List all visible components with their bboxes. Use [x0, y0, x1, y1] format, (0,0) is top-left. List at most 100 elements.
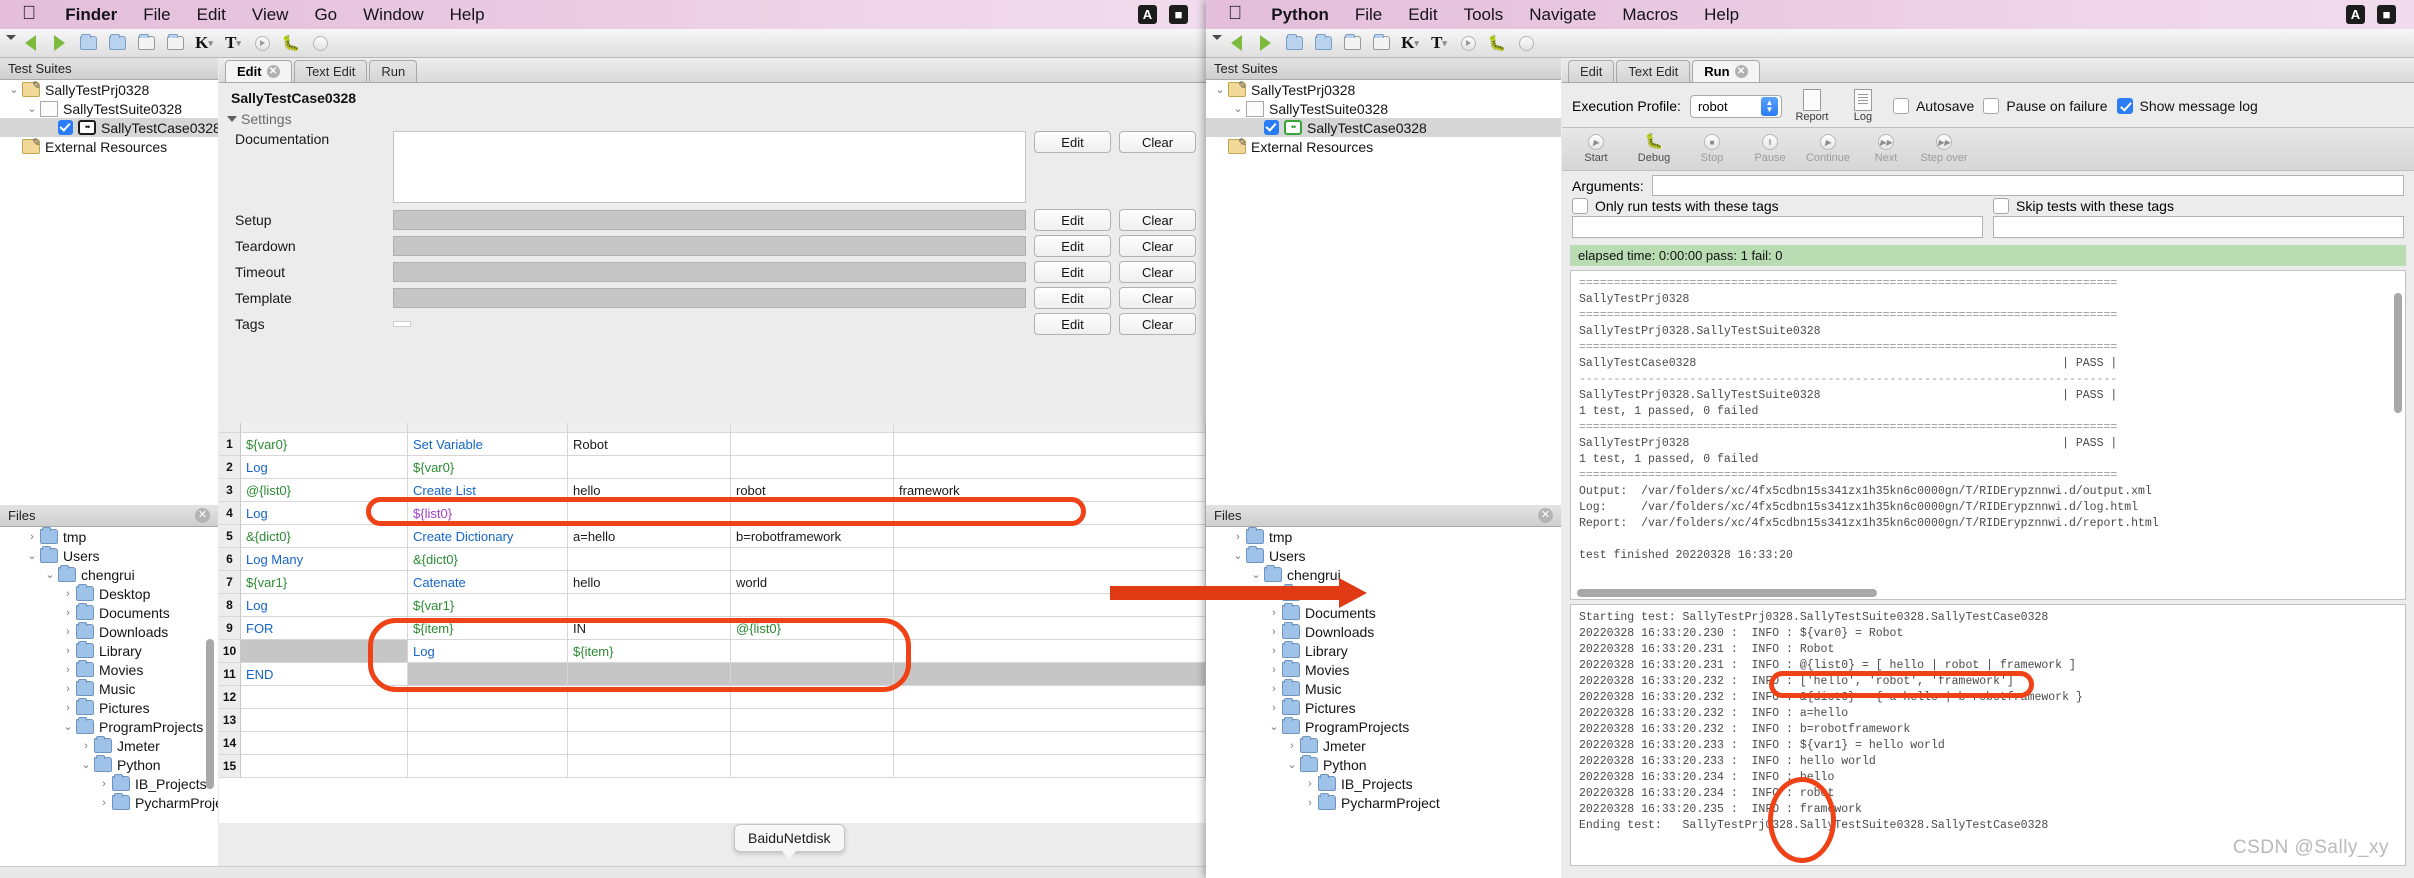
table-row[interactable]: 8 Log ${var1} — [219, 594, 1206, 617]
grid-cell[interactable] — [731, 640, 894, 663]
apple-logo-icon-right[interactable]:  — [1228, 4, 1242, 23]
chevron-right-icon[interactable]: › — [78, 740, 94, 752]
console-output[interactable]: ========================================… — [1570, 270, 2406, 600]
grid-cell[interactable]: hello — [568, 479, 731, 502]
file-node-right-pictures[interactable]: › Pictures — [1206, 698, 1561, 717]
close-icon-right[interactable]: ✕ — [1538, 508, 1553, 523]
grid-cell[interactable]: ${item} — [568, 640, 731, 663]
tab-text-edit[interactable]: Text Edit — [293, 60, 368, 82]
menu-item-help[interactable]: Help — [437, 5, 498, 25]
new-keyword-k-icon-right[interactable]: K ▾ — [1397, 31, 1423, 55]
file-node-pycharmproject[interactable]: › PycharmProject — [0, 793, 218, 812]
file-node-programprojects[interactable]: ⌄ ProgramProjects — [0, 717, 218, 736]
file-node-jmeter[interactable]: › Jmeter — [0, 736, 218, 755]
menu-item-go[interactable]: Go — [301, 5, 350, 25]
file-node-right-music[interactable]: › Music — [1206, 679, 1561, 698]
file-node-right-ib-projects[interactable]: › IB_Projects — [1206, 774, 1561, 793]
close-icon[interactable]: ✕ — [195, 508, 210, 523]
grid-cell[interactable] — [408, 732, 568, 755]
play-icon-right[interactable] — [1455, 31, 1481, 55]
clear-button-timeout[interactable]: Clear — [1119, 261, 1196, 283]
forward-arrow-icon[interactable] — [46, 31, 72, 55]
open-folder-icon[interactable] — [75, 31, 101, 55]
chevron-right-icon[interactable]: › — [60, 664, 76, 676]
chevron-down-icon[interactable]: ⌄ — [1266, 720, 1282, 733]
file-node-right-jmeter[interactable]: › Jmeter — [1206, 736, 1561, 755]
tags-input[interactable] — [393, 314, 1026, 334]
clear-button-documentation[interactable]: Clear — [1119, 131, 1196, 153]
forward-arrow-icon-right[interactable] — [1252, 31, 1278, 55]
grid-cell[interactable]: ${var0} — [408, 456, 568, 479]
grid-cell[interactable]: world — [731, 571, 894, 594]
grid-cell[interactable] — [894, 502, 1206, 525]
menu-item-edit-right[interactable]: Edit — [1395, 5, 1450, 25]
chevron-right-icon[interactable]: › — [96, 778, 112, 790]
file-node-users[interactable]: ⌄ Users — [0, 546, 218, 565]
chevron-right-icon[interactable]: › — [60, 626, 76, 638]
close-icon[interactable]: ✕ — [1734, 65, 1748, 78]
suite-node-sallytestsuite0328[interactable]: ⌄ SallyTestSuite0328 — [0, 99, 218, 118]
only-run-tags-input[interactable] — [1572, 216, 1983, 238]
chevron-down-icon[interactable]: ⌄ — [1230, 102, 1246, 115]
test-suites-tree-right[interactable]: ⌄ SallyTestPrj0328 ⌄ SallyTestSuite0328 •• Sa… — [1206, 80, 1561, 505]
back-arrow-icon-right[interactable] — [1223, 31, 1249, 55]
grid-cell[interactable] — [894, 732, 1206, 755]
menu-item-navigate[interactable]: Navigate — [1516, 5, 1609, 25]
edit-button-tags[interactable]: Edit — [1034, 313, 1111, 335]
grid-cell[interactable] — [241, 709, 408, 732]
log-button[interactable]: Log — [1842, 89, 1884, 123]
stop-icon[interactable] — [307, 31, 333, 55]
grid-cell[interactable]: FOR — [241, 617, 408, 640]
teardown-input[interactable] — [393, 236, 1026, 256]
files-scrollbar-thumb[interactable] — [206, 639, 214, 789]
run-button-start[interactable]: ▶ Start — [1568, 134, 1624, 164]
grid-cell[interactable] — [408, 663, 568, 686]
grid-cell[interactable] — [731, 433, 894, 456]
grid-cell[interactable]: @{list0} — [241, 479, 408, 502]
clear-button-teardown[interactable]: Clear — [1119, 235, 1196, 257]
new-testcase-t-icon[interactable]: T ▾ — [220, 31, 246, 55]
grid-cell[interactable]: ${var0} — [241, 433, 408, 456]
suite-node-right-external-resources[interactable]: External Resources — [1206, 136, 1561, 156]
file-node-right-downloads[interactable]: › Downloads — [1206, 622, 1561, 641]
grid-cell[interactable] — [241, 755, 408, 778]
save-all-icon-right[interactable] — [1368, 31, 1394, 55]
grid-cell[interactable] — [568, 732, 731, 755]
back-arrow-icon[interactable] — [17, 31, 43, 55]
documentation-input[interactable] — [393, 131, 1026, 203]
grid-cell[interactable] — [408, 709, 568, 732]
file-node-desktop[interactable]: › Desktop — [0, 584, 218, 603]
grid-cell[interactable]: ${item} — [408, 617, 568, 640]
grid-cell[interactable] — [731, 732, 894, 755]
table-row[interactable]: 10 Log ${item} — [219, 640, 1206, 663]
grid-cell[interactable] — [241, 732, 408, 755]
execution-profile-select[interactable]: robot ▲ ▼ — [1689, 94, 1782, 118]
grid-cell[interactable]: ${list0} — [408, 502, 568, 525]
chevron-down-icon[interactable]: ⌄ — [60, 720, 76, 733]
file-node-tmp[interactable]: › tmp — [0, 527, 218, 546]
grid-cell[interactable] — [568, 502, 731, 525]
tab-text-edit[interactable]: Text Edit — [1616, 60, 1691, 82]
clear-button-tags[interactable]: Clear — [1119, 313, 1196, 335]
arguments-input[interactable] — [1651, 175, 2404, 196]
grid-cell[interactable] — [894, 433, 1206, 456]
grid-cell[interactable] — [568, 663, 731, 686]
chevron-right-icon[interactable]: › — [1302, 797, 1318, 809]
menu-item-tools[interactable]: Tools — [1451, 5, 1517, 25]
chevron-right-icon[interactable]: › — [1302, 778, 1318, 790]
grid-cell[interactable]: b=robotframework — [731, 525, 894, 548]
grid-cell[interactable] — [568, 686, 731, 709]
save-all-icon[interactable] — [162, 31, 188, 55]
grid-cell[interactable] — [241, 640, 408, 663]
grid-cell[interactable]: Catenate — [408, 571, 568, 594]
grid-cell[interactable]: framework — [894, 479, 1206, 502]
open-folder-icon-right[interactable] — [1281, 31, 1307, 55]
chevron-right-icon[interactable]: › — [1230, 531, 1246, 543]
grid-cell[interactable]: IN — [568, 617, 731, 640]
grid-cell[interactable]: &{dict0} — [408, 548, 568, 571]
grid-cell[interactable]: ${var1} — [241, 571, 408, 594]
grid-cell[interactable] — [731, 709, 894, 732]
table-row[interactable]: 13 — [219, 709, 1206, 732]
chevron-right-icon[interactable]: › — [1266, 702, 1282, 714]
testcase-grid[interactable]: 1 ${var0} Set Variable Robot 2 Log ${var0} 3 @{l… — [219, 423, 1206, 823]
